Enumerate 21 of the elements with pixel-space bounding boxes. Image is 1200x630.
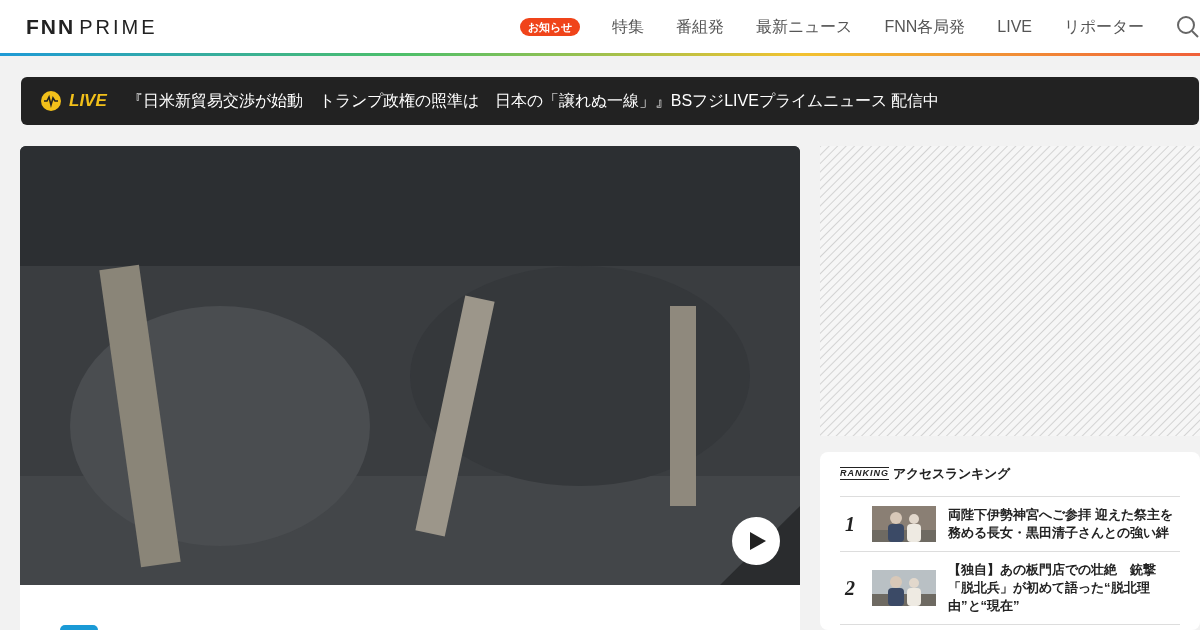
nav-link[interactable]: リポーター xyxy=(1064,15,1144,39)
live-wave-icon xyxy=(41,91,61,111)
rank-number: 1 xyxy=(844,511,856,537)
live-ticker[interactable]: LIVE 『日米新貿易交渉が始動 トランプ政権の照準は 日本の「譲れぬ一線」』BSフジLIVEプライムニュース 配信中 xyxy=(21,77,1199,125)
rank-number: 2 xyxy=(843,575,856,601)
nav-link[interactable]: 特集 xyxy=(612,15,645,39)
nav-link[interactable]: 番組発 xyxy=(676,15,725,39)
live-label: LIVE xyxy=(69,90,107,113)
site-logo[interactable]: FNN PRIME xyxy=(26,11,158,43)
nav-link[interactable]: FNN各局発 xyxy=(884,15,966,39)
search-icon[interactable] xyxy=(1176,15,1200,39)
ranking-headline[interactable]: 両陛下伊勢神宮へご参拝 迎えた祭主を務める長女・黒田清子さんとの強い絆 xyxy=(948,505,1180,542)
notice-badge[interactable]: お知らせ xyxy=(520,17,581,37)
ranking-title: アクセスランキング xyxy=(893,465,1010,483)
category-tag[interactable] xyxy=(60,625,98,630)
ranking-logo: RANKING xyxy=(840,467,889,481)
nav-link[interactable]: 最新ニュース xyxy=(756,15,853,39)
ranking-headline[interactable]: 【独自】あの板門店での壮絶 銃撃「脱北兵」が初めて語った“脱北理由”と“現在” xyxy=(948,560,1180,615)
play-icon xyxy=(749,532,766,550)
nav-link[interactable]: LIVE xyxy=(997,15,1032,39)
ticker-headline: 『日米新貿易交渉が始動 トランプ政権の照準は 日本の「譲れぬ一線」』BSフジLIVEプライムニュース 配信中 xyxy=(126,91,940,111)
